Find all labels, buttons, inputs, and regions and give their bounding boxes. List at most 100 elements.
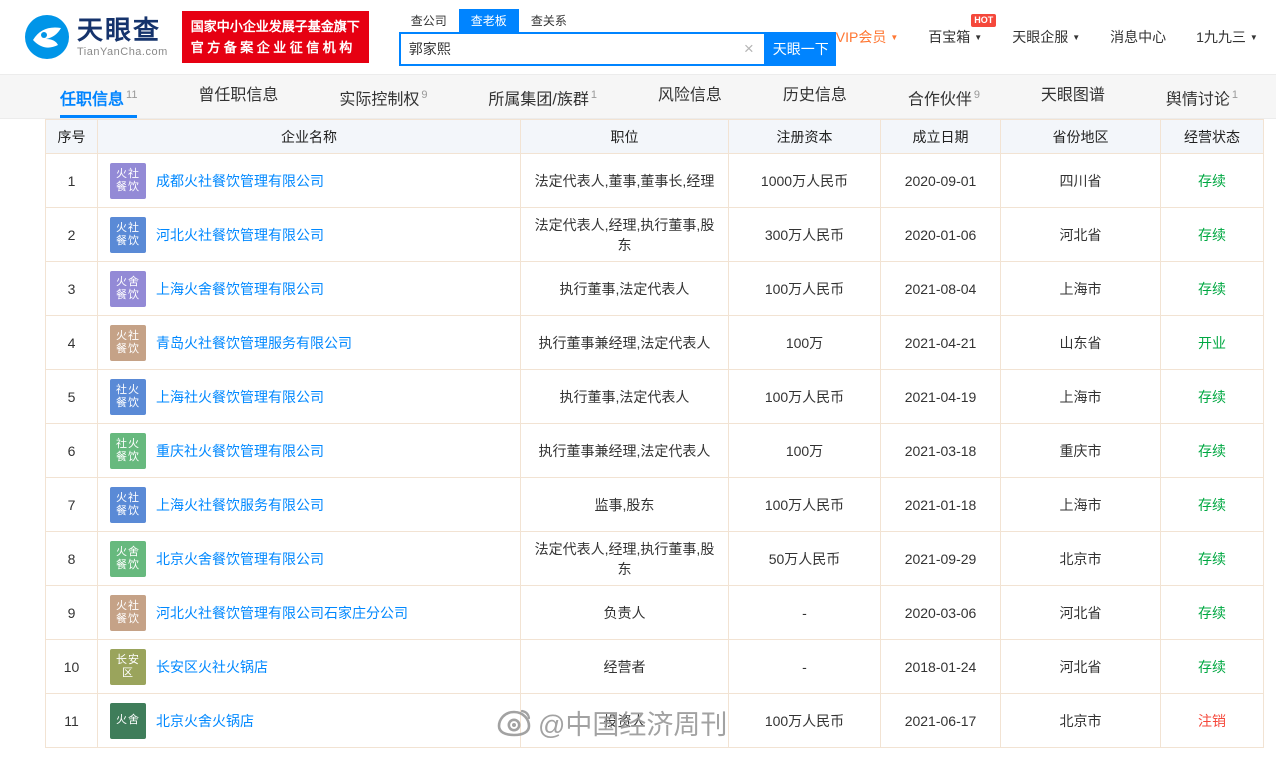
company-link[interactable]: 上海火社餐饮服务有限公司	[156, 495, 324, 515]
cell-region: 上海市	[1000, 369, 1161, 424]
cell-company: 社火 餐饮 重庆社火餐饮管理有限公司	[97, 423, 521, 478]
cell-status: 存续	[1160, 423, 1264, 478]
cell-capital: -	[728, 585, 881, 640]
cell-status: 存续	[1160, 477, 1264, 532]
chevron-down-icon: ▼	[1072, 32, 1081, 42]
cell-index: 4	[45, 315, 98, 370]
cell-capital: 1000万人民币	[728, 153, 881, 208]
cert-line-2: 官方备案企业征信机构	[190, 40, 356, 55]
company-logo: 火社 餐饮	[110, 594, 146, 631]
cell-index: 1	[45, 153, 98, 208]
cell-index: 9	[45, 585, 98, 640]
column-header: 序号	[45, 119, 98, 154]
section-tab-count: 9	[421, 89, 428, 101]
top-nav-item-1[interactable]: 百宝箱 HOT ▼	[928, 14, 997, 47]
section-tab-2[interactable]: 实际控制权 9	[339, 75, 427, 118]
company-link[interactable]: 河北火社餐饮管理有限公司	[156, 225, 324, 245]
top-nav-item-2[interactable]: 天眼企服 ▼	[1012, 27, 1080, 47]
company-link[interactable]: 上海火舍餐饮管理有限公司	[156, 279, 324, 299]
section-tab-label: 任职信息	[60, 91, 125, 109]
section-tab-3[interactable]: 所属集团/族群 1	[488, 75, 597, 118]
cell-position: 执行董事,法定代表人	[520, 369, 729, 424]
company-logo: 火舍 餐饮	[110, 540, 146, 577]
company-link[interactable]: 北京火舍餐饮管理有限公司	[156, 549, 324, 569]
section-tab-label: 舆情讨论	[1165, 91, 1230, 109]
section-tab-4[interactable]: 风险信息	[658, 75, 722, 118]
company-logo: 火舍	[110, 702, 146, 739]
top-nav: VIP会员 ▼ 百宝箱 HOT ▼ 天眼企服 ▼ 消息中心 1九九三 ▼	[836, 14, 1264, 47]
company-logo: 社火 餐饮	[110, 432, 146, 469]
column-header: 省份地区	[1000, 119, 1161, 154]
top-nav-item-3[interactable]: 消息中心	[1110, 27, 1166, 47]
company-link[interactable]: 上海社火餐饮管理有限公司	[156, 387, 324, 407]
search-button[interactable]: 天眼一下	[765, 31, 836, 66]
tianyancha-logo[interactable]: 天眼查 TianYanCha.com	[24, 14, 168, 60]
search-area: 查公司查老板查关系 × 天眼一下	[398, 8, 836, 66]
company-link[interactable]: 重庆社火餐饮管理有限公司	[156, 441, 324, 461]
company-link[interactable]: 长安区火社火锅店	[156, 657, 268, 677]
cell-company: 火舍 餐饮 上海火舍餐饮管理有限公司	[97, 261, 521, 316]
cell-region: 上海市	[1000, 477, 1161, 532]
section-tab-0[interactable]: 任职信息 11	[60, 75, 138, 118]
cell-company: 社火 餐饮 上海社火餐饮管理有限公司	[97, 369, 521, 424]
cell-region: 山东省	[1000, 315, 1161, 370]
cell-status: 存续	[1160, 153, 1264, 208]
table-row: 9 火社 餐饮 河北火社餐饮管理有限公司石家庄分公司 负责人 -2020-03-06 河北省…	[45, 585, 1264, 640]
cell-company: 火舍 餐饮 北京火舍餐饮管理有限公司	[97, 531, 521, 586]
cell-index: 8	[45, 531, 98, 586]
company-link[interactable]: 北京火舍火锅店	[156, 711, 254, 731]
section-tab-5[interactable]: 历史信息	[783, 75, 847, 118]
cell-region: 北京市	[1000, 693, 1161, 748]
search-type-tab[interactable]: 查公司	[399, 9, 459, 32]
cell-position: 执行董事兼经理,法定代表人	[520, 423, 729, 478]
cell-status: 存续	[1160, 369, 1264, 424]
cell-status: 开业	[1160, 315, 1264, 370]
company-link[interactable]: 河北火社餐饮管理有限公司石家庄分公司	[156, 603, 408, 623]
cell-capital: 100万人民币	[728, 693, 881, 748]
chevron-down-icon: ▼	[890, 32, 899, 42]
top-nav-label: 消息中心	[1110, 29, 1167, 45]
section-tab-6[interactable]: 合作伙伴 9	[908, 75, 980, 118]
company-logo: 长安区	[110, 648, 146, 685]
search-type-tab[interactable]: 查老板	[458, 8, 519, 32]
cell-date: 2021-09-29	[880, 531, 1001, 586]
section-tab-count: 1	[590, 89, 597, 101]
table-row: 3 火舍 餐饮 上海火舍餐饮管理有限公司 执行董事,法定代表人 100万人民币 2021-0…	[45, 261, 1264, 316]
section-tab-7[interactable]: 天眼图谱	[1041, 75, 1105, 118]
section-tab-8[interactable]: 舆情讨论 1	[1166, 75, 1238, 118]
company-link[interactable]: 青岛火社餐饮管理服务有限公司	[156, 333, 352, 353]
cell-company: 火社 餐饮 上海火社餐饮服务有限公司	[97, 477, 521, 532]
table-row: 2 火社 餐饮 河北火社餐饮管理有限公司 法定代表人,经理,执行董事,股东 300万人民币…	[45, 207, 1264, 262]
cell-capital: 100万人民币	[728, 369, 881, 424]
top-nav-item-4[interactable]: 1九九三 ▼	[1196, 27, 1258, 47]
company-logo: 火社 餐饮	[110, 162, 146, 199]
cell-capital: 50万人民币	[728, 531, 881, 586]
certification-banner: 国家中小企业发展子基金旗下 官方备案企业征信机构	[181, 10, 369, 64]
top-nav-label: 天眼企服	[1012, 29, 1069, 45]
clear-search-icon[interactable]: ×	[734, 40, 764, 57]
cell-position: 经营者	[520, 639, 729, 694]
brand-domain: TianYanCha.com	[77, 45, 168, 58]
table-header-row: 序号 企业名称 职位 注册资本 成立日期 省份地区 经营状态	[45, 119, 1264, 154]
tianyancha-logo-icon	[24, 14, 70, 60]
company-logo: 火社 餐饮	[110, 216, 146, 253]
section-tab-count: 9	[973, 89, 980, 101]
column-header: 企业名称	[97, 119, 521, 154]
positions-table-wrap: 序号 企业名称 职位 注册资本 成立日期 省份地区 经营状态 1 火社 餐饮 成都火社餐饮管理有限…	[45, 119, 1264, 748]
cell-capital: -	[728, 639, 881, 694]
search-type-tab[interactable]: 查关系	[519, 9, 579, 32]
company-logo: 社火 餐饮	[110, 378, 146, 415]
cell-company: 火社 餐饮 河北火社餐饮管理有限公司	[97, 207, 521, 262]
top-nav-item-0[interactable]: VIP会员 ▼	[836, 27, 899, 47]
positions-table: 序号 企业名称 职位 注册资本 成立日期 省份地区 经营状态 1 火社 餐饮 成都火社餐饮管理有限…	[45, 119, 1264, 748]
company-link[interactable]: 成都火社餐饮管理有限公司	[156, 171, 324, 191]
section-tab-1[interactable]: 曾任职信息	[198, 75, 278, 118]
search-input[interactable]	[400, 40, 734, 57]
table-row: 6 社火 餐饮 重庆社火餐饮管理有限公司 执行董事兼经理,法定代表人 100万 2021-0…	[45, 423, 1264, 478]
cell-position: 监事,股东	[520, 477, 729, 532]
section-tab-label: 历史信息	[782, 87, 847, 104]
table-row: 8 火舍 餐饮 北京火舍餐饮管理有限公司 法定代表人,经理,执行董事,股东 50万人民币 2…	[45, 531, 1264, 586]
cell-region: 重庆市	[1000, 423, 1161, 478]
search-box: ×	[398, 31, 766, 66]
table-row: 10 长安区长安区火社火锅店 经营者 -2018-01-24 河北省 存续	[45, 639, 1264, 694]
